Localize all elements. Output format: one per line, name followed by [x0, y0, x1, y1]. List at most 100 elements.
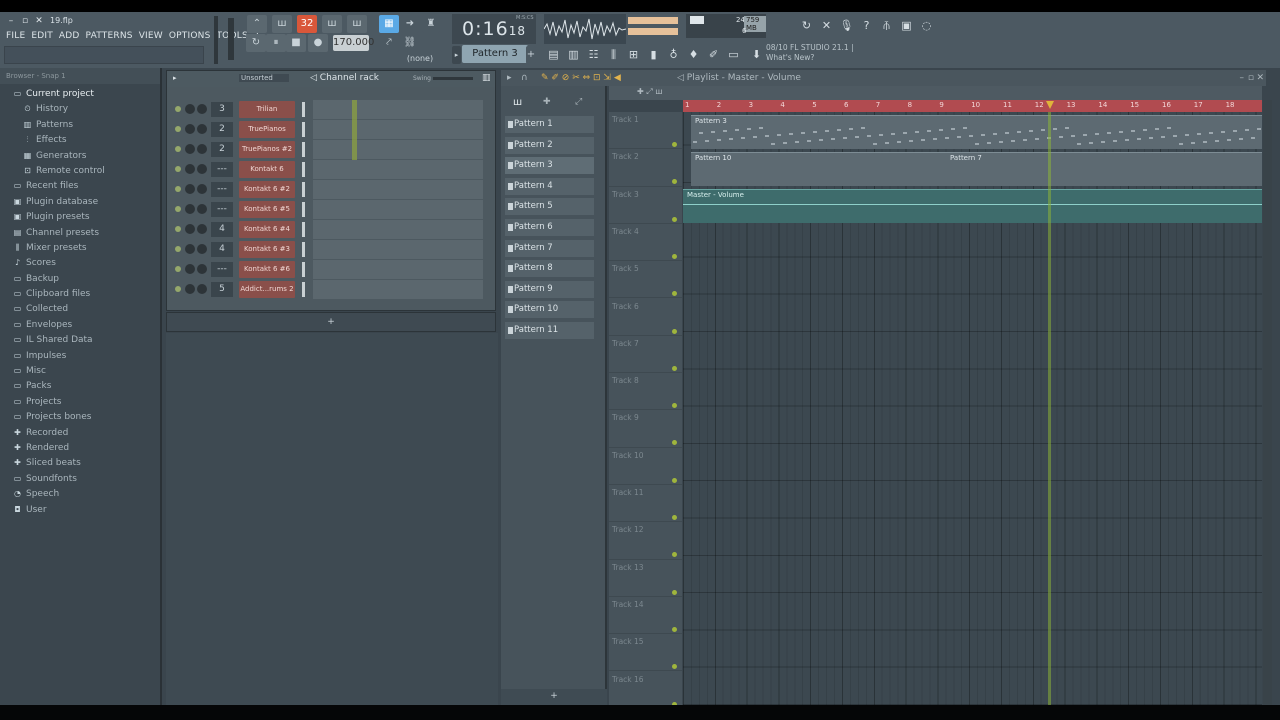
browser-item[interactable]: ⫼ Mixer presets	[0, 240, 160, 255]
channel-name-button[interactable]: Addict...rums 2	[239, 281, 295, 298]
channel-volume-knob[interactable]	[197, 164, 207, 174]
browser-item[interactable]: ✚ Rendered	[0, 440, 160, 455]
channel-pan-knob[interactable]	[185, 104, 195, 114]
track-header[interactable]: Track 3	[609, 187, 682, 224]
browser-item[interactable]: ▭ Misc	[0, 363, 160, 378]
step-edit-icon[interactable]: ➜	[401, 15, 419, 33]
channel-row[interactable]: --- Kontakt 6	[171, 160, 491, 180]
swing-slider[interactable]	[433, 77, 473, 80]
step-lcd[interactable]: 32	[297, 15, 317, 33]
playlist-menu-icon[interactable]: ▸	[507, 70, 512, 86]
channel-pan-knob[interactable]	[185, 124, 195, 134]
channel-mixer-track[interactable]: ---	[211, 182, 233, 197]
news-panel[interactable]: 08/10 FL STUDIO 21.1 | What's New?	[766, 43, 878, 65]
browser-item[interactable]: ◔ Speech	[0, 486, 160, 501]
channel-row[interactable]: --- Kontakt 6 #6	[171, 260, 491, 280]
plugin-picker-icon[interactable]: ⊞	[625, 46, 642, 63]
pattern-item[interactable]: Pattern 11	[505, 322, 594, 339]
pattern-item[interactable]: Pattern 9	[505, 280, 594, 298]
channel-row[interactable]: 4 Kontakt 6 #3	[171, 240, 491, 260]
browser-item[interactable]: ♪ Scores	[0, 255, 160, 270]
browser-item[interactable]: ▭ Projects bones	[0, 409, 160, 424]
channel-mixer-track[interactable]: 5	[211, 282, 233, 297]
menu-file[interactable]: FILE	[6, 31, 25, 41]
browser-item[interactable]: ▦ Generators	[0, 148, 160, 163]
channel-pan-knob[interactable]	[185, 184, 195, 194]
graph-editor-icon[interactable]: ▥	[482, 73, 491, 83]
loop-record-icon[interactable]: ш	[347, 15, 367, 33]
browser-item[interactable]: ▭ Backup	[0, 271, 160, 286]
track-mute-led[interactable]	[672, 589, 677, 595]
touch-controller-icon[interactable]: ▮	[645, 46, 662, 63]
channel-mini-roll[interactable]	[313, 140, 483, 159]
channel-select-indicator[interactable]	[302, 162, 305, 177]
help-icon[interactable]: ?	[858, 17, 875, 34]
tempo-display[interactable]: 170.000	[333, 35, 374, 51]
channel-row[interactable]: --- Kontakt 6 #2	[171, 180, 491, 200]
channel-mixer-track[interactable]: 4	[211, 222, 233, 237]
browser-item[interactable]: ⊡ Remote control	[0, 163, 160, 178]
browser-item[interactable]: ▭ Envelopes	[0, 317, 160, 332]
channel-name-button[interactable]: TruePianos #2	[239, 141, 295, 158]
channel-pan-knob[interactable]	[185, 204, 195, 214]
channel-mute-led[interactable]	[175, 166, 181, 172]
channel-volume-knob[interactable]	[197, 264, 207, 274]
refresh-icon[interactable]: ↻	[798, 17, 815, 34]
track-mute-led[interactable]	[672, 142, 677, 147]
track-header[interactable]: Track 13	[609, 560, 682, 597]
channel-row[interactable]: 2 TruePianos #2	[171, 140, 491, 160]
channel-row[interactable]: 2 TruePianos	[171, 120, 491, 140]
pattern-selector[interactable]: Pattern 3	[462, 45, 528, 63]
song-position-marker[interactable]	[1046, 101, 1054, 109]
browser-item[interactable]: ▭ Clipboard files	[0, 286, 160, 301]
track-header[interactable]: Track 5	[609, 261, 682, 299]
channel-volume-knob[interactable]	[197, 224, 207, 234]
mixer-icon[interactable]: ⫼	[605, 46, 622, 63]
snap-icon[interactable]: ⤤	[379, 34, 399, 52]
record-button[interactable]: ●	[308, 34, 328, 52]
pattern-item[interactable]: Pattern 7	[505, 239, 594, 257]
playlist-grid[interactable]: Pattern 3 Pattern 10 Pattern 7 Master - …	[683, 112, 1262, 705]
rack-menu-icon[interactable]: ▸	[173, 74, 177, 82]
channel-mute-led[interactable]	[175, 126, 181, 132]
browser-item[interactable]: ◘ User	[0, 502, 160, 517]
clip-pattern-10[interactable]: Pattern 10	[691, 152, 946, 186]
pause-button[interactable]: ⏸	[266, 34, 286, 52]
draw-tools-icon[interactable]: ✎ ✐ ⊘ ✂ ⇔ ⊡ ⇲ ◀	[541, 70, 621, 86]
channel-volume-knob[interactable]	[197, 104, 207, 114]
channel-pan-knob[interactable]	[185, 144, 195, 154]
track-mute-led[interactable]	[672, 216, 677, 222]
piano-icon[interactable]: ш	[513, 97, 522, 108]
track-header[interactable]: Track 12	[609, 522, 682, 560]
channel-volume-knob[interactable]	[197, 124, 207, 134]
channel-mute-led[interactable]	[175, 226, 181, 232]
track-mute-led[interactable]	[672, 365, 677, 371]
piano-roll-icon[interactable]: ▥	[565, 46, 582, 63]
menu-options[interactable]: OPTIONS	[169, 31, 211, 41]
browser-item[interactable]: ▣ Plugin database	[0, 194, 160, 209]
browser-item[interactable]: ▭ Recent files	[0, 178, 160, 193]
channel-mute-led[interactable]	[175, 286, 181, 292]
add-channel-button[interactable]: +	[166, 312, 496, 332]
typing-keyboard-icon[interactable]: ▦	[379, 15, 399, 33]
clip-master-volume-automation[interactable]: Master - Volume	[683, 189, 1262, 223]
midi-input-select[interactable]: (none)	[398, 50, 442, 68]
record-audio-icon[interactable]: 🎙	[838, 17, 855, 34]
vertical-scrollbar[interactable]	[1263, 100, 1272, 705]
channel-select-indicator[interactable]	[302, 182, 305, 197]
channel-mini-roll[interactable]	[313, 100, 483, 119]
channel-mute-led[interactable]	[175, 266, 181, 272]
browser-item[interactable]: ▤ Channel presets	[0, 225, 160, 240]
pattern-song-toggle[interactable]: ⌃	[247, 15, 267, 33]
channel-filter[interactable]: Unsorted	[239, 74, 289, 82]
pattern-item[interactable]: Pattern 3	[505, 157, 594, 175]
pattern-item[interactable]: Pattern 4	[505, 177, 594, 195]
browser-item[interactable]: ▭ Collected	[0, 301, 160, 316]
blend-notes-icon[interactable]: ♜	[422, 15, 440, 33]
channel-pan-knob[interactable]	[185, 244, 195, 254]
magnet-icon[interactable]: ∩	[521, 70, 528, 86]
tempo-tapper-icon[interactable]: ♁	[665, 46, 682, 63]
playlist-close-icon[interactable]: ✕	[1256, 70, 1264, 86]
browser-item[interactable]: ▭ Projects	[0, 394, 160, 409]
timeline-ruler[interactable]: 1 2 3 4 5 6 7 8 9 10 11 12 13 14 15 16 17 18	[683, 100, 1262, 112]
